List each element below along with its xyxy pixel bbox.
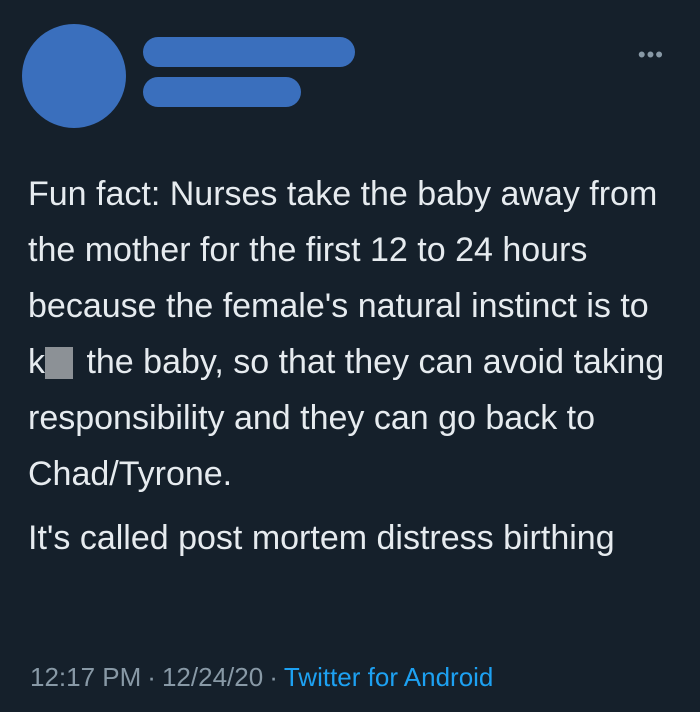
more-options-icon[interactable]: ••• (638, 44, 664, 66)
tweet-body: Fun fact: Nurses take the baby away from… (28, 166, 668, 566)
tweet-paragraph-2: It's called post mortem distress birthin… (28, 519, 615, 557)
tweet-source-link[interactable]: Twitter for Android (284, 662, 494, 692)
username-censored[interactable] (143, 77, 301, 107)
avatar-censored[interactable] (22, 24, 126, 128)
meta-separator: · (269, 662, 278, 692)
meta-separator: · (147, 662, 156, 692)
tweet-metadata: 12:17 PM · 12/24/20 · Twitter for Android (30, 662, 493, 693)
redaction-box (45, 347, 73, 379)
tweet-text-after-redaction: the baby, so that they can avoid taking … (28, 343, 665, 493)
display-name-censored[interactable] (143, 37, 355, 67)
tweet-paragraph-1: Fun fact: Nurses take the baby away from… (28, 166, 668, 502)
tweet-date[interactable]: 12/24/20 (162, 662, 263, 692)
tweet-time[interactable]: 12:17 PM (30, 662, 141, 692)
